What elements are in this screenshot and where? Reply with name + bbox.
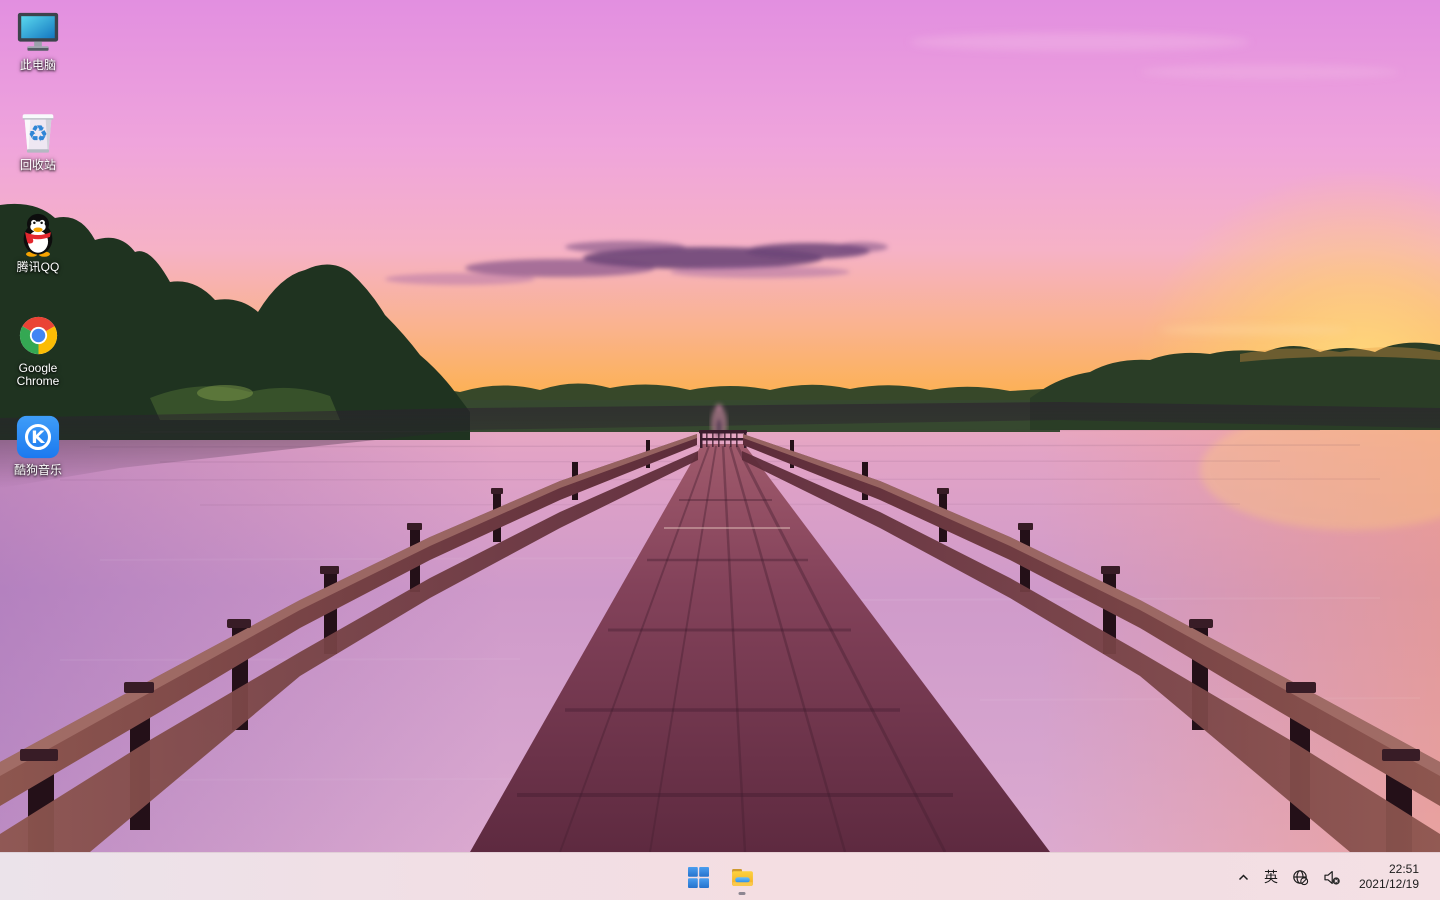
- desktop-icon-label: Google Chrome: [1, 362, 75, 388]
- svg-text:K: K: [31, 428, 45, 448]
- desktop: 此电脑 ♻ 回收站: [0, 0, 1440, 900]
- desktop-icon-label: 此电脑: [20, 59, 56, 72]
- globe-no-internet-icon: [1292, 869, 1309, 886]
- tray-chevron-button[interactable]: [1230, 857, 1257, 897]
- chrome-icon: [14, 311, 62, 359]
- taskbar-center-buttons: [678, 853, 762, 900]
- desktop-icon-label: 酷狗音乐: [14, 464, 62, 477]
- kugou-icon: K: [14, 413, 62, 461]
- qq-penguin-icon: [14, 210, 62, 258]
- clock-date: 2021/12/19: [1359, 877, 1419, 892]
- file-explorer-icon: [730, 865, 755, 890]
- network-button[interactable]: [1285, 857, 1316, 897]
- wallpaper-sunset-pier: [0, 0, 1440, 852]
- running-indicator: [739, 892, 746, 895]
- windows-logo-icon: [688, 867, 709, 888]
- this-pc-icon: [14, 8, 62, 56]
- clock-time: 22:51: [1389, 862, 1419, 877]
- desktop-icon-label: 回收站: [20, 159, 56, 172]
- taskbar: 英: [0, 852, 1440, 900]
- start-button[interactable]: [678, 857, 718, 897]
- desktop-icon-this-pc[interactable]: 此电脑: [0, 8, 76, 72]
- desktop-icon-tencent-qq[interactable]: 腾讯QQ: [0, 210, 76, 274]
- clock[interactable]: 22:51 2021/12/19: [1352, 857, 1426, 897]
- recycle-bin-icon: ♻: [14, 108, 62, 156]
- system-tray: 英: [1230, 853, 1440, 900]
- file-explorer-button[interactable]: [722, 857, 762, 897]
- svg-text:♻: ♻: [28, 122, 49, 148]
- desktop-icon-recycle-bin[interactable]: ♻ 回收站: [0, 108, 76, 172]
- speaker-muted-icon: [1323, 869, 1341, 886]
- desktop-icon-label: 腾讯QQ: [17, 261, 60, 274]
- ime-indicator-button[interactable]: 英: [1257, 857, 1285, 897]
- volume-button[interactable]: [1316, 857, 1348, 897]
- desktop-icon-kugou-music[interactable]: K 酷狗音乐: [0, 413, 76, 477]
- desktop-icon-google-chrome[interactable]: Google Chrome: [0, 311, 76, 388]
- chevron-up-icon: [1237, 871, 1250, 884]
